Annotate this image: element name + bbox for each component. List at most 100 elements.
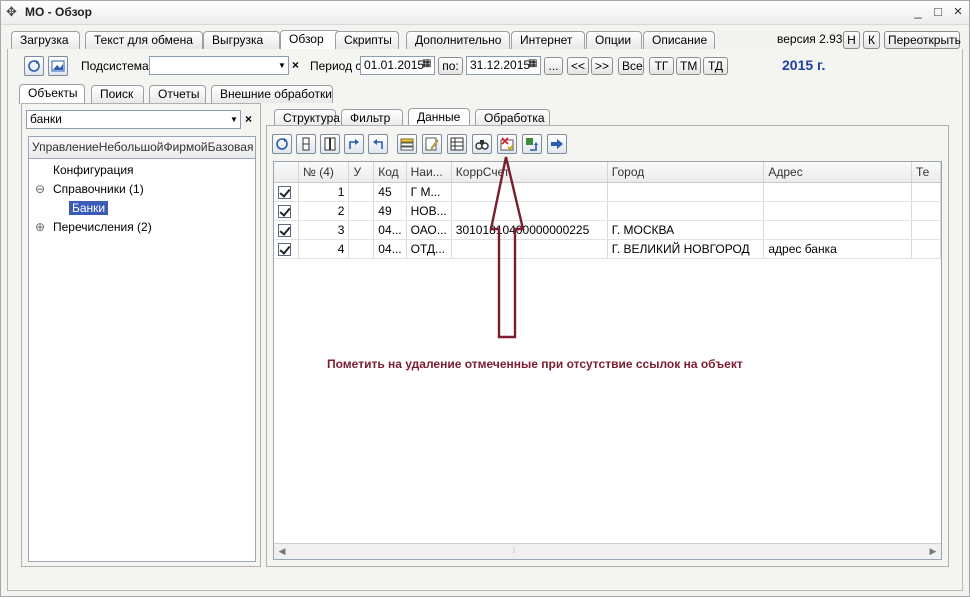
calendar-icon[interactable]: ▦	[422, 58, 431, 69]
current-year-button[interactable]: ТГ	[649, 57, 674, 75]
table-row[interactable]: 1 45 Г М...	[274, 182, 941, 202]
table-row[interactable]: 3 04... ОАО... 30101810400000000225 Г. М…	[274, 220, 941, 240]
column-header-number[interactable]: № (4)	[298, 162, 350, 183]
refresh-button[interactable]	[24, 56, 44, 76]
tab-external-processing[interactable]: Внешние обработки	[211, 85, 333, 103]
tab-internet[interactable]: Интернет	[511, 31, 585, 49]
row-checkbox[interactable]	[278, 204, 291, 218]
reopen-button[interactable]: Переоткрыть	[884, 31, 961, 49]
collapse-icon[interactable]: ⊖	[35, 182, 45, 196]
prev-period-button[interactable]: <<	[567, 57, 589, 75]
column-header-check[interactable]	[274, 162, 300, 183]
k-button[interactable]: К	[863, 31, 880, 49]
calendar-icon[interactable]: ▦	[528, 58, 537, 69]
cell-corr-account	[451, 182, 608, 202]
columns-icon	[302, 137, 310, 151]
column-header-corr-account[interactable]: КоррСчет	[451, 162, 608, 183]
tab-dopolnitelno[interactable]: Дополнительно	[406, 31, 510, 49]
tab-objects[interactable]: Объекты	[19, 84, 85, 104]
app-icon: ✥	[6, 4, 17, 19]
tab-reports[interactable]: Отчеты	[149, 85, 206, 103]
edit-button[interactable]	[422, 134, 442, 154]
cell-phone	[911, 201, 941, 221]
tree-item-banks[interactable]: Банки	[69, 201, 109, 215]
table-row[interactable]: 2 49 НОВ...	[274, 201, 941, 221]
tab-vygruzka[interactable]: Выгрузка	[203, 31, 280, 49]
split-button[interactable]	[320, 134, 340, 154]
cell-number: 2	[298, 201, 350, 221]
clear-subsystem-icon[interactable]: ×	[289, 57, 302, 74]
column-header-city[interactable]: Город	[607, 162, 765, 183]
column-header-phone[interactable]: Те	[911, 162, 941, 183]
go-button[interactable]	[547, 134, 567, 154]
clear-search-icon[interactable]: ×	[242, 111, 255, 128]
back-button[interactable]	[368, 134, 388, 154]
date-from-value: 01.01.2015	[364, 58, 425, 72]
horizontal-scrollbar[interactable]: ◀ ⁞ ▶	[274, 543, 941, 559]
cell-number: 3	[298, 220, 350, 240]
close-button[interactable]: ×	[949, 4, 967, 20]
period-to-label: по:	[438, 57, 463, 75]
current-month-button[interactable]: ТМ	[676, 57, 701, 75]
tab-search[interactable]: Поиск	[91, 85, 144, 103]
table-row[interactable]: 4 04... ОТД... Г. ВЕЛИКИЙ НОВГОРОД адрес…	[274, 239, 941, 259]
metadata-tree: Конфигурация ⊖ Справочники (1) Банки ⊕ П…	[28, 158, 256, 562]
column-header-name[interactable]: Наи...	[406, 162, 452, 183]
tab-skripty[interactable]: Скрипты	[335, 31, 399, 49]
expand-icon[interactable]: ⊕	[35, 220, 45, 234]
cell-phone	[911, 239, 941, 259]
next-period-button[interactable]: >>	[591, 57, 613, 75]
tab-zagruzka[interactable]: Загрузка	[11, 31, 80, 49]
minimize-button[interactable]: _	[909, 4, 927, 20]
cell-city	[607, 201, 765, 221]
version-label: версия 2.93	[777, 32, 843, 46]
cell-city	[607, 182, 765, 202]
row-checkbox[interactable]	[278, 185, 291, 199]
subsystem-select[interactable]: ▼	[149, 56, 289, 75]
tab-obzor[interactable]: Обзор	[280, 30, 340, 50]
column-header-address[interactable]: Адрес	[763, 162, 912, 183]
column-header-code[interactable]: Код	[373, 162, 407, 183]
list-button[interactable]	[397, 134, 417, 154]
cell-u	[348, 182, 375, 202]
cell-name: ОАО...	[406, 220, 452, 240]
tree-item-catalogs[interactable]: Справочники (1)	[53, 182, 144, 196]
tree-item-enums[interactable]: Перечисления (2)	[53, 220, 152, 234]
tab-options[interactable]: Опции	[586, 31, 642, 49]
table-button[interactable]	[447, 134, 467, 154]
list-icon	[400, 138, 414, 151]
object-search-value: банки	[30, 112, 62, 126]
maximize-button[interactable]: □	[929, 4, 947, 20]
tab-description[interactable]: Описание	[643, 31, 715, 49]
object-search-input[interactable]: банки ▼	[26, 110, 241, 129]
column-header-u[interactable]: У	[348, 162, 375, 183]
row-checkbox[interactable]	[278, 242, 291, 256]
cell-code: 04...	[373, 239, 407, 259]
cell-name: Г М...	[406, 182, 452, 202]
delete-mark-icon	[500, 137, 514, 151]
data-pane: № (4) У Код Наи... КоррСчет Город Адрес …	[266, 125, 949, 567]
split-icon	[324, 137, 336, 151]
cell-city: Г. ВЕЛИКИЙ НОВГОРОД	[607, 239, 765, 259]
h-button[interactable]: Н	[843, 31, 860, 49]
tree-item-configuration[interactable]: Конфигурация	[53, 163, 134, 177]
cell-city: Г. МОСКВА	[607, 220, 765, 240]
period-select-button[interactable]: ...	[544, 57, 563, 75]
column-button[interactable]	[296, 134, 316, 154]
up-level-button[interactable]	[344, 134, 364, 154]
row-checkbox[interactable]	[278, 223, 291, 237]
title-bar: ✥ МО - Обзор _ □ ×	[1, 1, 969, 25]
table-header-row: № (4) У Код Наи... КоррСчет Город Адрес …	[274, 162, 941, 183]
scroll-left-icon[interactable]: ◀	[274, 544, 290, 559]
cell-phone	[911, 182, 941, 202]
refresh-data-button[interactable]	[272, 134, 292, 154]
tab-text-exchange[interactable]: Текст для обмена	[85, 31, 203, 49]
period-year: 2015 г.	[782, 57, 826, 73]
image-button[interactable]	[48, 56, 68, 76]
cell-address	[763, 201, 912, 221]
cell-corr-account	[451, 201, 608, 221]
scroll-thumb-grip[interactable]: ⁞	[506, 544, 522, 559]
current-day-button[interactable]: ТД	[703, 57, 728, 75]
all-period-button[interactable]: Все	[618, 57, 644, 75]
scroll-right-icon[interactable]: ▶	[925, 544, 941, 559]
